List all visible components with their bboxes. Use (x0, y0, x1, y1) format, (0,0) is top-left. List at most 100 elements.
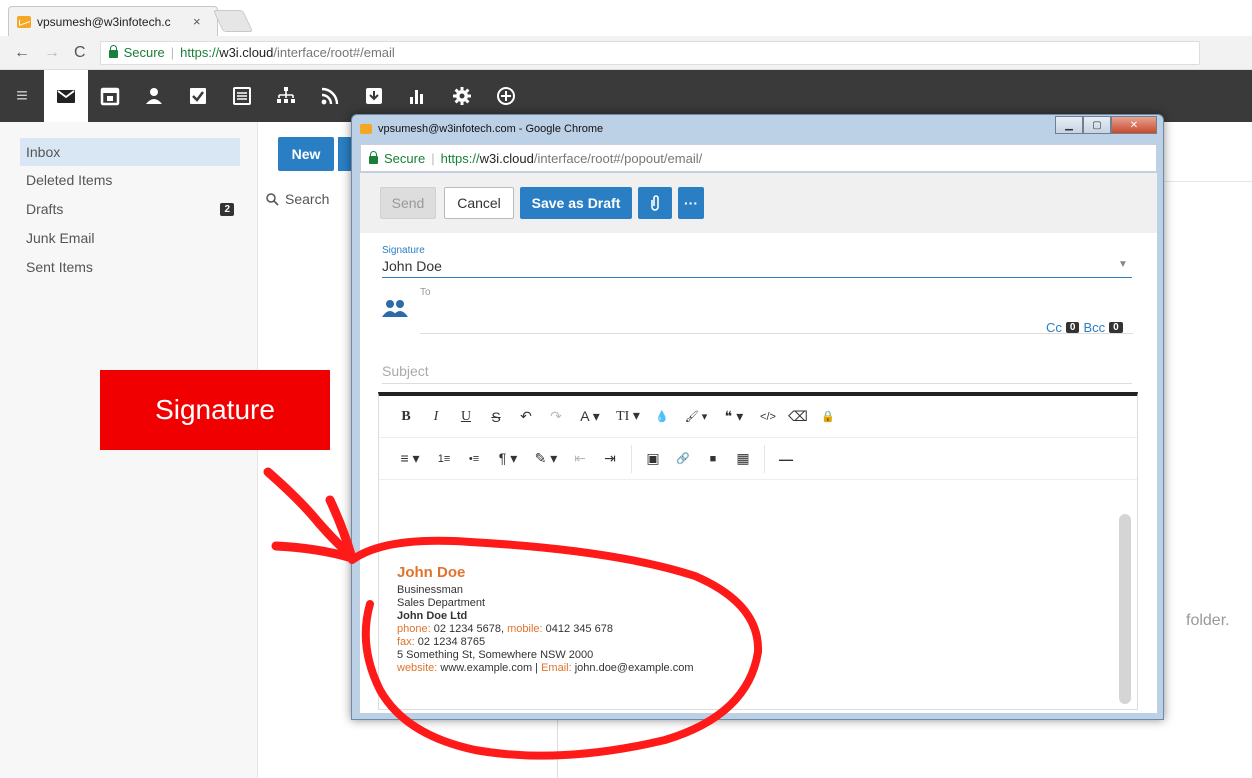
image-icon[interactable]: ▣ (638, 450, 668, 467)
browser-tab-title: vpsumesh@w3infotech.c (37, 14, 171, 29)
signature-address: 5 Something St, Somewhere NSW 2000 (397, 649, 594, 661)
browser-tab[interactable]: vpsumesh@w3infotech.c × (8, 6, 218, 36)
minimize-icon[interactable]: ▁ (1055, 116, 1083, 134)
font-color-button[interactable]: A ▾ (571, 408, 609, 425)
new-message-button[interactable]: New (278, 137, 334, 171)
mail-icon[interactable] (44, 70, 88, 122)
italic-button[interactable]: I (421, 409, 451, 425)
folder-inbox[interactable]: Inbox (20, 138, 240, 166)
new-dropdown-button[interactable] (338, 137, 352, 171)
lock-icon (108, 45, 118, 58)
forward-icon[interactable]: → (44, 44, 60, 62)
reload-icon[interactable]: C (74, 44, 86, 62)
secure-label: Secure (384, 150, 426, 166)
folder-junk-email[interactable]: Junk Email (20, 224, 240, 252)
rich-text-editor: B I U S ↶ ↷ A ▾ TI ▾ 💧 🖌 ▾ ❝ ▾ </> ⌫ 🔒 ≡… (378, 392, 1138, 710)
highlight-icon[interactable]: 💧 (647, 410, 677, 423)
signature-fax-line: fax: 02 1234 8765 (397, 636, 485, 649)
quote-button[interactable]: ❝ ▾ (715, 408, 753, 425)
search-icon (266, 192, 279, 206)
back-icon[interactable]: ← (14, 44, 30, 62)
horizontal-rule-icon[interactable]: — (771, 451, 801, 467)
contacts-icon[interactable] (132, 70, 176, 122)
attach-button[interactable] (638, 187, 672, 219)
folder-sent-items[interactable]: Sent Items (20, 253, 240, 281)
bold-button[interactable]: B (391, 409, 421, 425)
secure-label: Secure (123, 45, 165, 60)
close-icon[interactable]: ✕ (1111, 116, 1157, 134)
bcc-toggle[interactable]: Bcc (1083, 320, 1105, 335)
outdent-icon[interactable]: ⇤ (565, 450, 595, 467)
folder-deleted-items[interactable]: Deleted Items (20, 166, 240, 194)
signature-company: John Doe Ltd (397, 610, 468, 622)
popup-url-bar[interactable]: Secure | https://w3i.cloud/interface/roo… (360, 144, 1157, 172)
eraser-icon[interactable]: ⌫ (783, 408, 813, 425)
cc-toggle[interactable]: Cc (1046, 320, 1062, 335)
signature-select[interactable]: John Doe (382, 258, 442, 274)
folder-label: Inbox (26, 144, 61, 160)
signature-phone-line: phone: 02 1234 5678, mobile: 0412 345 67… (397, 623, 613, 636)
url-scheme: https:// (440, 150, 480, 166)
cc-count-badge: 0 (1065, 322, 1080, 333)
unordered-list-icon[interactable]: •≡ (459, 453, 489, 465)
link-icon[interactable]: 🔗 (668, 452, 698, 465)
new-tab-button[interactable] (212, 10, 254, 32)
drafts-count-badge: 2 (220, 202, 234, 216)
video-icon[interactable]: ■ (698, 453, 728, 465)
url-host: w3i.cloud (219, 45, 274, 60)
chevron-down-icon[interactable]: ▼ (1118, 259, 1128, 270)
url-separator: | (431, 150, 435, 166)
folder-label: Deleted Items (26, 172, 113, 188)
notes-icon[interactable] (220, 70, 264, 122)
folder-label: Drafts (26, 201, 64, 217)
calendar-icon[interactable] (88, 70, 132, 122)
lock-icon (369, 150, 378, 164)
search-placeholder: Search (285, 191, 330, 207)
editor-content-area[interactable]: John Doe Businessman Sales Department Jo… (379, 480, 1137, 710)
subject-input[interactable]: Subject (382, 363, 429, 379)
maximize-icon[interactable]: ▢ (1083, 116, 1111, 134)
search-input[interactable]: Search (266, 188, 356, 210)
signature-title: Businessman (397, 584, 464, 596)
rss-icon[interactable] (308, 70, 352, 122)
menu-icon[interactable]: ≡ (0, 85, 44, 108)
email-label: Email: (541, 662, 572, 674)
strikethrough-button[interactable]: S (481, 409, 511, 425)
send-button[interactable]: Send (380, 187, 436, 219)
signature-underline (382, 277, 1132, 278)
font-size-button[interactable]: TI ▾ (609, 408, 647, 425)
lock-icon[interactable]: 🔒 (813, 410, 843, 423)
save-as-draft-button[interactable]: Save as Draft (520, 187, 632, 219)
underline-button[interactable]: U (451, 409, 481, 425)
signature-department: Sales Department (397, 597, 486, 609)
toolbar-divider (764, 444, 765, 473)
url-input[interactable]: Secure | https://w3i.cloud/interface/roo… (99, 40, 1200, 65)
paperclip-icon (651, 195, 659, 211)
paragraph-button[interactable]: ¶ ▾ (489, 450, 527, 467)
tasks-icon[interactable] (176, 70, 220, 122)
editor-scrollbar[interactable] (1119, 514, 1131, 704)
mobile-label: mobile: (507, 623, 543, 635)
more-options-button[interactable]: ··· (678, 187, 704, 219)
cc-bcc-toggles: Cc 0 Bcc 0 (1046, 320, 1123, 335)
mail-favicon-icon (17, 15, 31, 28)
org-chart-icon[interactable] (264, 70, 308, 122)
redo-icon[interactable]: ↷ (541, 408, 571, 425)
ordered-list-icon[interactable]: 1≡ (429, 453, 459, 465)
folder-drafts[interactable]: Drafts 2 (20, 195, 240, 223)
cancel-button[interactable]: Cancel (444, 187, 514, 219)
contacts-picker-icon[interactable] (380, 297, 410, 321)
format-button[interactable]: ✎ ▾ (527, 450, 565, 467)
to-input[interactable] (420, 333, 1133, 334)
tab-close-icon[interactable]: × (193, 14, 201, 29)
reading-pane-header (1160, 122, 1252, 182)
undo-icon[interactable]: ↶ (511, 408, 541, 425)
align-button[interactable]: ≡ ▾ (391, 450, 429, 467)
code-view-icon[interactable]: </> (753, 411, 783, 423)
table-icon[interactable]: ▦ (728, 450, 758, 467)
editor-toolbar-row-2: ≡ ▾ 1≡ •≡ ¶ ▾ ✎ ▾ ⇤ ⇥ ▣ 🔗 ■ ▦ — (379, 438, 1137, 480)
indent-icon[interactable]: ⇥ (595, 450, 625, 467)
paint-brush-icon[interactable]: 🖌 ▾ (677, 410, 715, 423)
phone-label: phone: (397, 623, 431, 635)
annotation-label: Signature (100, 370, 330, 450)
